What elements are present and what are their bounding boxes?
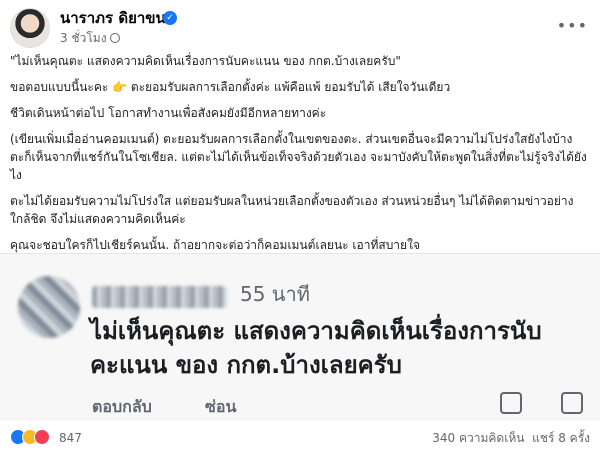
post-footer: 847 340 ความคิดเห็น แชร์ 8 ครั้ง	[10, 427, 590, 449]
post-paragraph: (เขียนเพิ่มเมื่ออ่านคอมเมนต์) ตะยอมรับผล…	[10, 132, 587, 182]
thumbs-up-icon	[500, 392, 522, 414]
post-paragraph: ขอตอบแบบนี้นะคะ 👉 ตะยอมรับผลการเลือกตั้ง…	[10, 80, 451, 94]
globe-icon	[109, 33, 120, 43]
post-paragraph: "ไม่เห็นคุณตะ แสดงความคิดเห็นเรื่องการนั…	[10, 54, 401, 68]
post-paragraph: คุณจะชอบใครก็ไปเชียร์คนนั้น. ถ้าอยากจะต่…	[10, 238, 420, 252]
post-paragraph: ตะไม่ได้ยอมรับความไม่โปร่งใส แต่ยอมรับผล…	[10, 194, 574, 226]
comment-text: ไม่เห็นคุณตะ แสดงความคิดเห็นเรื่องการนับ…	[90, 317, 542, 379]
love-reaction-icon[interactable]	[34, 429, 50, 445]
comment-reply-label: ตอบกลับ	[92, 397, 152, 416]
post-time[interactable]: 3 ชั่วโมง	[60, 30, 120, 46]
reaction-count[interactable]: 847	[59, 429, 82, 447]
comment-share-counts: 340 ความคิดเห็น แชร์ 8 ครั้ง	[432, 429, 590, 447]
shares-count[interactable]: แชร์ 8 ครั้ง	[532, 431, 590, 445]
post-paragraph: ชีวิตเดินหน้าต่อไป โอกาสทำงานเพื่อสังคมย…	[10, 106, 327, 120]
thumbs-down-icon	[561, 392, 583, 414]
comments-count[interactable]: 340 ความคิดเห็น	[432, 431, 524, 445]
blurred-commenter-name	[92, 286, 227, 308]
comment-hide-label: ซ่อน	[205, 397, 237, 416]
embedded-comment-screenshot: 55 นาที ไม่เห็นคุณตะ แสดงความคิดเห็นเรื่…	[0, 253, 600, 421]
author-avatar[interactable]	[10, 8, 50, 48]
post-time-text: 3 ชั่วโมง	[60, 31, 107, 45]
more-options-icon[interactable]: •••	[557, 16, 588, 35]
post-body: "ไม่เห็นคุณตะ แสดงความคิดเห็นเรื่องการนั…	[10, 52, 590, 262]
blurred-commenter-avatar	[18, 276, 80, 338]
post-header: นาราภร ดิยาขน ✓ 3 ชั่วโมง •••	[10, 8, 590, 48]
comment-time: 55 นาที	[240, 282, 310, 306]
author-name[interactable]: นาราภร ดิยาขน	[60, 9, 166, 27]
verified-badge-icon: ✓	[163, 11, 177, 25]
